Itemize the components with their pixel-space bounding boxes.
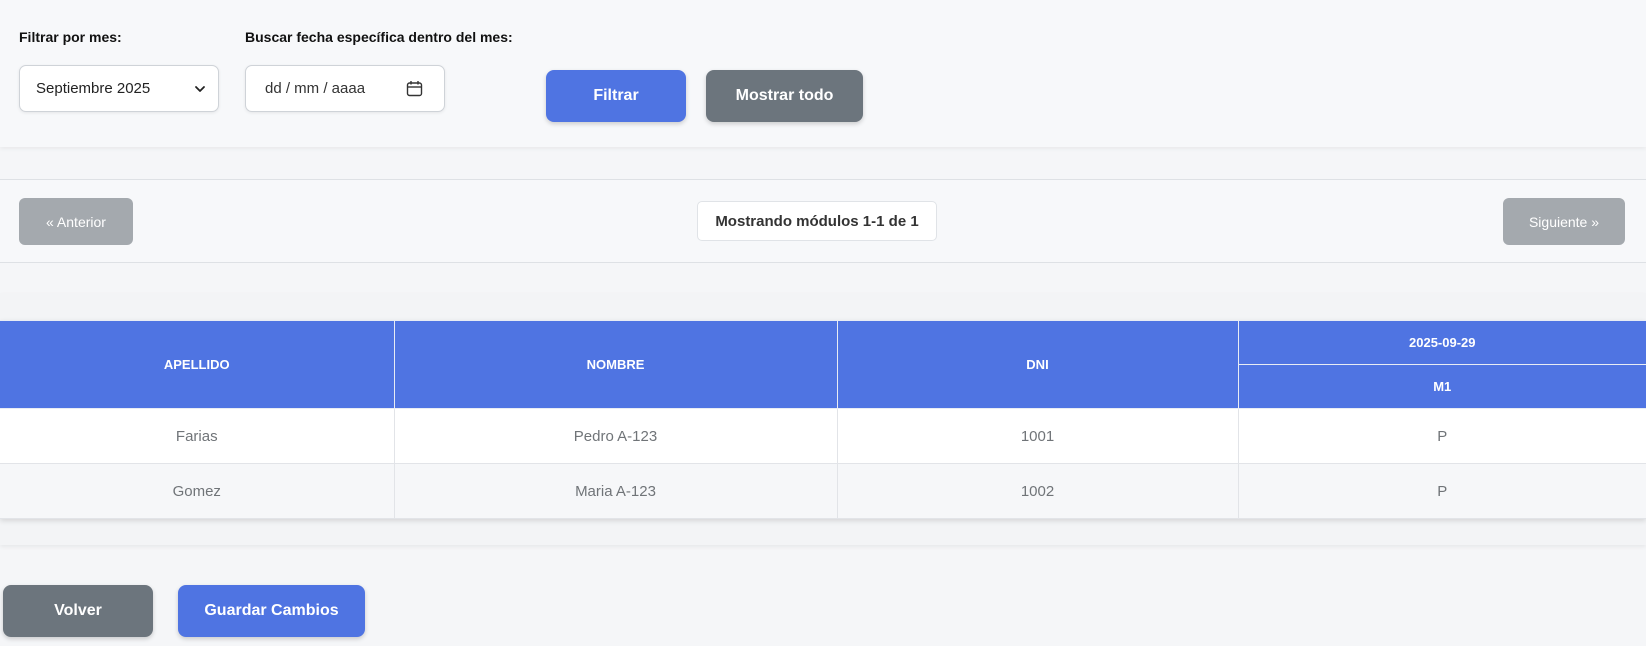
header-date: 2025-09-29 (1237, 320, 1646, 365)
attendance-page: Filtrar por mes: Buscar fecha específica… (0, 0, 1646, 646)
chevron-down-icon (195, 86, 205, 92)
header-module: M1 (1238, 364, 1646, 409)
cell-apellido: Gomez (0, 463, 395, 519)
cell-apellido: Farias (0, 408, 395, 464)
table-row: Farias Pedro A-123 1001 P (0, 408, 1646, 464)
cell-attendance[interactable]: P (1237, 408, 1646, 464)
cell-attendance[interactable]: P (1237, 463, 1646, 519)
filter-panel: Filtrar por mes: Buscar fecha específica… (0, 0, 1646, 147)
header-dni: DNI (836, 320, 1239, 409)
pagination-info: Mostrando módulos 1-1 de 1 (697, 201, 937, 241)
cell-nombre: Pedro A-123 (393, 408, 838, 464)
show-all-button[interactable]: Mostrar todo (706, 70, 863, 122)
next-page-button[interactable]: Siguiente » (1503, 198, 1625, 245)
header-nombre: NOMBRE (393, 320, 838, 409)
cell-dni: 1001 (836, 408, 1239, 464)
pagination-bar: « Anterior Mostrando módulos 1-1 de 1 Si… (0, 179, 1646, 263)
attendance-table: APELLIDO NOMBRE DNI 2025-09-29 M1 Farias… (0, 320, 1646, 519)
header-apellido: APELLIDO (0, 320, 395, 409)
filter-button[interactable]: Filtrar (546, 70, 686, 122)
month-select-value: Septiembre 2025 (36, 80, 151, 97)
date-input-placeholder: dd / mm / aaaa (265, 80, 366, 97)
prev-page-button[interactable]: « Anterior (19, 198, 133, 245)
back-button[interactable]: Volver (3, 585, 153, 637)
month-select[interactable]: Septiembre 2025 (19, 65, 219, 112)
date-filter-label: Buscar fecha específica dentro del mes: (245, 29, 513, 45)
cell-dni: 1002 (836, 463, 1239, 519)
save-changes-button[interactable]: Guardar Cambios (178, 585, 365, 637)
table-container: APELLIDO NOMBRE DNI 2025-09-29 M1 Farias… (0, 293, 1646, 545)
cell-nombre: Maria A-123 (393, 463, 838, 519)
date-input[interactable]: dd / mm / aaaa (245, 65, 445, 112)
table-row: Gomez Maria A-123 1002 P (0, 463, 1646, 519)
calendar-icon[interactable] (406, 80, 423, 97)
month-filter-label: Filtrar por mes: (19, 29, 122, 45)
